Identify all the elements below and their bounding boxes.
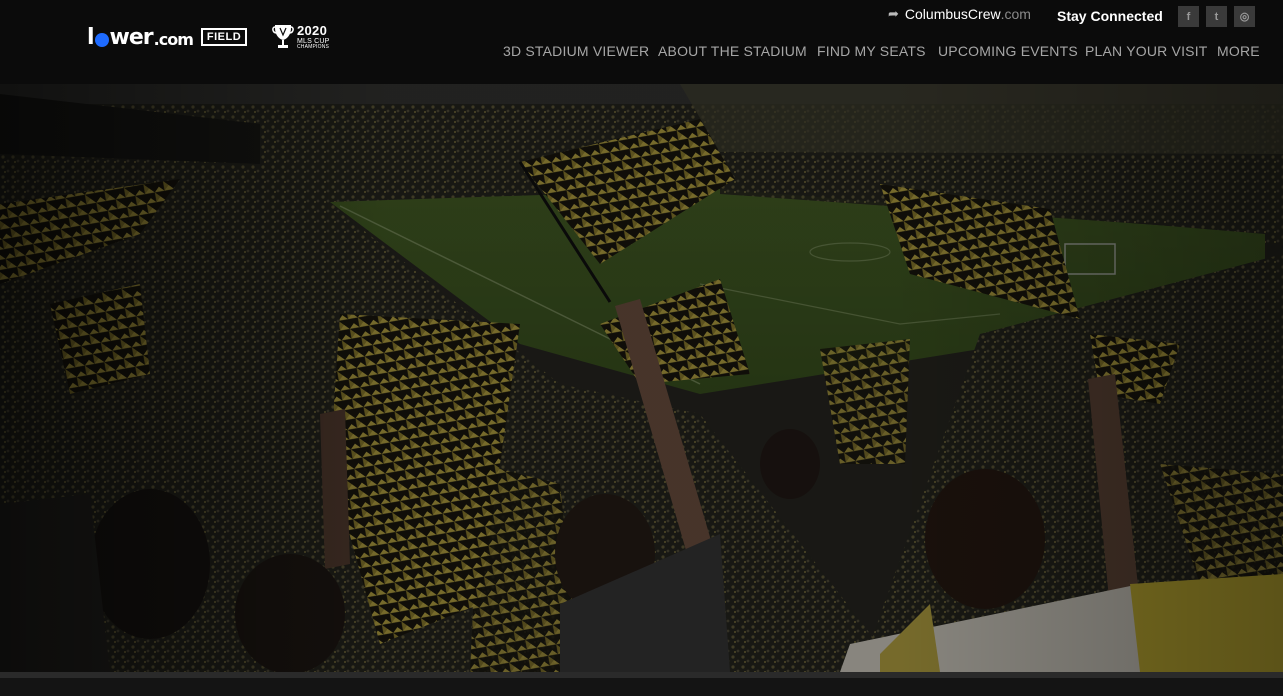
- nav-about-the-stadium[interactable]: ABOUT THE STADIUM: [658, 43, 807, 59]
- cup-year: 2020: [297, 23, 328, 38]
- trophy-icon: [272, 23, 294, 51]
- nav-find-my-seats[interactable]: FIND MY SEATS: [817, 43, 926, 59]
- stadium-crowd-illustration: [0, 84, 1283, 672]
- columbus-crew-link[interactable]: ➦ ColumbusCrew .com: [888, 6, 1031, 22]
- stay-connected-label: Stay Connected: [1057, 8, 1163, 24]
- site-header: l wer .com FIELD 2020 MLS CUP CHAMPIONS ➦ …: [0, 0, 1283, 84]
- logo-field-badge: FIELD: [200, 28, 248, 46]
- cup-subtitle: CHAMPIONS: [297, 44, 330, 50]
- logo-wordmark: l wer .com: [87, 24, 194, 50]
- nav-more[interactable]: MORE: [1217, 43, 1260, 59]
- share-arrow-icon: ➦: [888, 6, 899, 21]
- logo-blue-dot: [94, 33, 109, 47]
- nav-plan-your-visit[interactable]: PLAN YOUR VISIT: [1085, 43, 1208, 59]
- hero-stadium-image: [0, 84, 1283, 672]
- lower-field-logo[interactable]: l wer .com FIELD: [87, 24, 248, 50]
- mls-cup-champions-badge: 2020 MLS CUP CHAMPIONS: [272, 23, 330, 51]
- nav-3d-stadium-viewer[interactable]: 3D STADIUM VIEWER: [503, 43, 649, 59]
- facebook-icon[interactable]: f: [1178, 6, 1199, 27]
- bottom-strip: [0, 672, 1283, 696]
- instagram-icon[interactable]: ◎: [1234, 6, 1255, 27]
- nav-upcoming-events[interactable]: UPCOMING EVENTS: [938, 43, 1078, 59]
- twitter-icon[interactable]: t: [1206, 6, 1227, 27]
